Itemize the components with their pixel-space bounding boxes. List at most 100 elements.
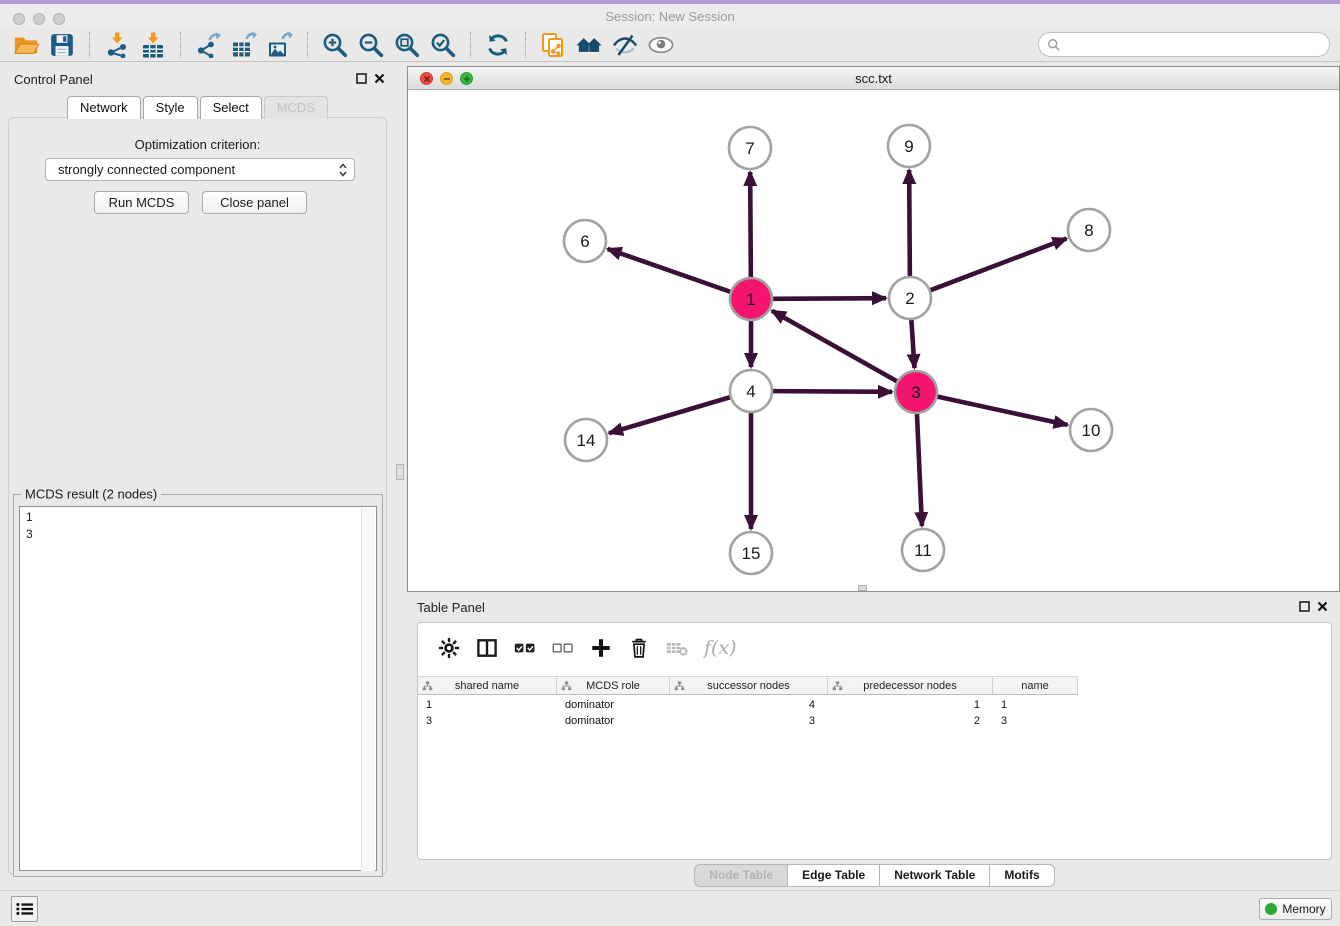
- node-label-10: 10: [1082, 421, 1101, 440]
- node-table: f(x) shared nameMCDS rolesuccessor nodes…: [417, 622, 1332, 860]
- tab-edge-table[interactable]: Edge Table: [788, 864, 880, 887]
- settings-icon[interactable]: [437, 636, 461, 660]
- tab-node-table[interactable]: Node Table: [694, 864, 788, 887]
- select-all-icon[interactable]: [513, 636, 537, 660]
- node-label-9: 9: [904, 137, 913, 156]
- tab-network[interactable]: Network: [67, 96, 141, 119]
- table-row[interactable]: 1dominator411: [418, 697, 1078, 713]
- column-header-MCDS-role[interactable]: MCDS role: [557, 677, 670, 694]
- export-table-icon[interactable]: [229, 31, 259, 59]
- zoom-selected-icon[interactable]: [428, 31, 458, 59]
- search-input[interactable]: [1038, 32, 1330, 57]
- cell-predecessor-nodes[interactable]: 2: [828, 713, 993, 729]
- import-network-icon[interactable]: [102, 31, 132, 59]
- mcds-result-list[interactable]: 13: [19, 506, 377, 871]
- column-header-name[interactable]: name: [993, 677, 1078, 694]
- control-panel-float-icon[interactable]: [356, 73, 367, 84]
- node-label-6: 6: [580, 232, 589, 251]
- zoom-fit-icon[interactable]: [392, 31, 422, 59]
- home-icon[interactable]: [574, 31, 604, 59]
- edge-4-14[interactable]: [609, 397, 730, 433]
- panel-split-handle[interactable]: [396, 464, 404, 480]
- edge-1-2[interactable]: [773, 298, 886, 299]
- cell-name[interactable]: 1: [993, 697, 1078, 713]
- column-header-predecessor-nodes[interactable]: predecessor nodes: [828, 677, 993, 694]
- edge-2-8[interactable]: [931, 239, 1067, 291]
- node-label-2: 2: [905, 289, 914, 308]
- cell-successor-nodes[interactable]: 4: [670, 697, 828, 713]
- clone-network-icon[interactable]: [538, 31, 568, 59]
- tab-select[interactable]: Select: [200, 96, 262, 119]
- tab-mcds[interactable]: MCDS: [264, 96, 328, 119]
- node-label-11: 11: [914, 541, 932, 560]
- deselect-all-icon[interactable]: [551, 636, 575, 660]
- import-table-icon[interactable]: [138, 31, 168, 59]
- criterion-select[interactable]: strongly connected component: [45, 158, 355, 181]
- save-session-icon[interactable]: [47, 31, 77, 59]
- edge-1-7[interactable]: [750, 172, 751, 277]
- node-label-4: 4: [746, 382, 755, 401]
- network-resize-handle[interactable]: [858, 585, 867, 591]
- toolbar-separator: [470, 32, 471, 58]
- export-image-icon[interactable]: [265, 31, 295, 59]
- table-row[interactable]: 3dominator323: [418, 713, 1078, 729]
- hide-visibility-icon[interactable]: [610, 31, 640, 59]
- close-panel-button[interactable]: Close panel: [202, 191, 307, 214]
- edge-1-6[interactable]: [608, 249, 731, 292]
- cell-shared-name[interactable]: 1: [418, 697, 557, 713]
- column-label: MCDS role: [586, 680, 640, 692]
- network-window-titlebar[interactable]: scc.txt: [408, 67, 1339, 90]
- table-header-row: shared name MCDS role successor nodes prede…: [418, 676, 1078, 695]
- edge-2-9[interactable]: [909, 170, 910, 276]
- control-panel-close-icon[interactable]: [374, 73, 385, 84]
- hierarchy-icon: [832, 681, 843, 692]
- task-history-button[interactable]: [11, 896, 38, 922]
- cell-shared-name[interactable]: 3: [418, 713, 557, 729]
- show-visibility-icon[interactable]: [646, 31, 676, 59]
- hierarchy-icon: [422, 681, 433, 692]
- memory-label: Memory: [1282, 902, 1325, 916]
- mcds-result-line: 1: [26, 509, 370, 526]
- network-canvas[interactable]: 7968124314101511: [408, 90, 1339, 586]
- export-network-icon[interactable]: [193, 31, 223, 59]
- mcds-result-line: 3: [26, 526, 370, 543]
- table-panel-close-icon[interactable]: [1317, 601, 1328, 612]
- toolbar-separator: [180, 32, 181, 58]
- tab-network-table[interactable]: Network Table: [880, 864, 990, 887]
- node-label-7: 7: [745, 139, 754, 158]
- cell-name[interactable]: 3: [993, 713, 1078, 729]
- column-header-successor-nodes[interactable]: successor nodes: [670, 677, 828, 694]
- edge-3-11[interactable]: [917, 414, 922, 526]
- tab-style[interactable]: Style: [143, 96, 198, 119]
- add-column-icon[interactable]: [589, 636, 613, 660]
- mcds-result-scrollbar[interactable]: [361, 508, 375, 871]
- edge-3-10[interactable]: [937, 397, 1067, 425]
- control-panel-tabs: NetworkStyleSelectMCDS: [0, 96, 395, 119]
- edge-4-3[interactable]: [773, 391, 892, 392]
- split-panel-icon[interactable]: [475, 636, 499, 660]
- tab-motifs[interactable]: Motifs: [990, 864, 1054, 887]
- node-label-1: 1: [746, 290, 755, 309]
- memory-status-icon: [1265, 903, 1277, 915]
- edge-3-1[interactable]: [772, 311, 897, 381]
- zoom-in-icon[interactable]: [320, 31, 350, 59]
- node-label-15: 15: [742, 544, 761, 563]
- open-file-icon[interactable]: [11, 31, 41, 59]
- refresh-icon[interactable]: [483, 31, 513, 59]
- cell-MCDS-role[interactable]: dominator: [557, 697, 670, 713]
- list-icon: [15, 901, 35, 917]
- cell-MCDS-role[interactable]: dominator: [557, 713, 670, 729]
- run-mcds-button[interactable]: Run MCDS: [94, 191, 189, 214]
- column-label: predecessor nodes: [863, 680, 957, 692]
- zoom-out-icon[interactable]: [356, 31, 386, 59]
- optimization-criterion-label: Optimization criterion:: [0, 137, 395, 152]
- memory-button[interactable]: Memory: [1259, 898, 1332, 920]
- cell-predecessor-nodes[interactable]: 1: [828, 697, 993, 713]
- mcds-result-title: MCDS result (2 nodes): [21, 487, 161, 502]
- cell-successor-nodes[interactable]: 3: [670, 713, 828, 729]
- column-header-shared-name[interactable]: shared name: [418, 677, 557, 694]
- column-label: name: [1021, 680, 1049, 692]
- edge-2-3[interactable]: [911, 320, 914, 368]
- table-panel-float-icon[interactable]: [1299, 601, 1310, 612]
- delete-column-icon[interactable]: [627, 636, 651, 660]
